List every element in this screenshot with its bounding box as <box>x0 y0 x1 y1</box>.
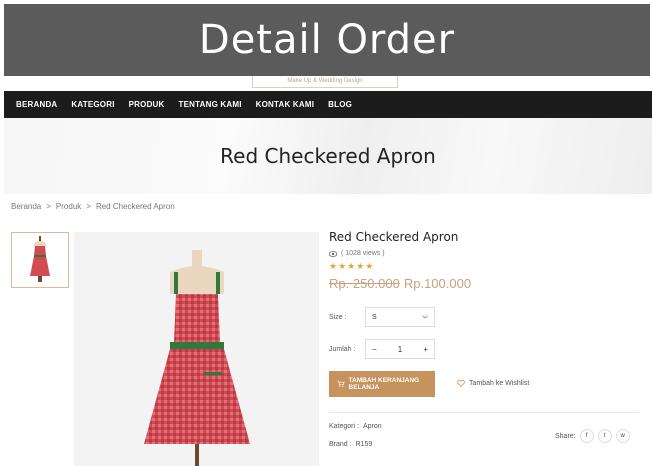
banner-title: Detail Order <box>198 17 456 63</box>
product-title: Red Checkered Apron <box>329 230 459 244</box>
qty-value[interactable]: 1 <box>398 345 402 354</box>
apron-thumbnail-image <box>30 236 50 282</box>
whatsapp-icon[interactable]: w <box>615 429 630 443</box>
product-thumbnail[interactable] <box>11 232 69 288</box>
size-row: Size : S <box>329 307 435 327</box>
main-navbar: BERANDA KATEGORI PRODUK TENTANG KAMI KON… <box>4 91 652 118</box>
nav-item-beranda[interactable]: BERANDA <box>16 100 57 109</box>
logo-tagline: Make Up & Wedding Design <box>252 76 398 88</box>
nav-item-kontak-kami[interactable]: KONTAK KAMI <box>256 100 315 109</box>
nav-item-produk[interactable]: PRODUK <box>129 100 165 109</box>
cart-icon <box>337 380 345 387</box>
category-link[interactable]: Apron <box>363 423 382 430</box>
brand-value: R159 <box>355 441 373 448</box>
facebook-icon[interactable]: f <box>579 429 594 443</box>
breadcrumb: Beranda > Produk > Red Checkered Apron <box>11 202 175 211</box>
page-banner: Detail Order <box>4 4 650 76</box>
breadcrumb-beranda[interactable]: Beranda <box>11 202 41 211</box>
price-block: Rp. 250.000 Rp.100.000 <box>329 276 639 291</box>
size-label: Size : <box>329 313 347 321</box>
quantity-stepper[interactable]: − 1 + <box>365 339 435 359</box>
eye-icon <box>329 250 337 257</box>
qty-minus-button[interactable]: − <box>372 345 377 354</box>
page-title: Red Checkered Apron <box>220 144 436 168</box>
size-value: S <box>372 313 377 321</box>
share-block: Share: f t w <box>555 429 630 443</box>
hero-banner: Red Checkered Apron <box>4 118 652 194</box>
share-label: Share: <box>555 432 576 440</box>
current-price: Rp.100.000 <box>403 276 472 291</box>
product-main-image[interactable] <box>74 232 319 466</box>
breadcrumb-current: Red Checkered Apron <box>95 202 175 211</box>
brand-row: Brand : R159 <box>329 441 372 448</box>
add-to-cart-button[interactable]: TAMBAH KERANJANG BELANJA <box>329 371 435 397</box>
qty-plus-button[interactable]: + <box>423 345 428 354</box>
breadcrumb-separator: > <box>46 202 51 211</box>
heart-icon <box>457 380 465 387</box>
category-label: Kategori : <box>329 423 359 430</box>
size-select[interactable]: S <box>365 307 435 327</box>
nav-item-blog[interactable]: BLOG <box>328 100 352 109</box>
breadcrumb-separator: > <box>86 202 91 211</box>
add-to-cart-label: TAMBAH KERANJANG BELANJA <box>348 377 420 391</box>
brand-label: Brand : <box>329 441 352 448</box>
product-views: ( 1028 views ) <box>329 250 639 257</box>
twitter-icon[interactable]: t <box>597 429 612 443</box>
qty-label: Jumlah : <box>329 345 356 353</box>
page: Detail Order Make Up & Wedding Design BE… <box>0 0 652 466</box>
category-row: Kategori : Apron <box>329 423 382 430</box>
wishlist-label: Tambah ke Wishlist <box>469 380 530 387</box>
breadcrumb-produk[interactable]: Produk <box>56 202 81 211</box>
wishlist-link[interactable]: Tambah ke Wishlist <box>457 380 529 387</box>
product-info: Red Checkered Apron ( 1028 views ) ★★★★★… <box>329 230 639 448</box>
old-price: Rp. 250.000 <box>329 276 400 291</box>
nav-item-tentang-kami[interactable]: TENTANG KAMI <box>179 100 242 109</box>
nav-item-kategori[interactable]: KATEGORI <box>71 100 114 109</box>
apron-main-image <box>144 250 250 466</box>
rating-stars: ★★★★★ <box>329 261 375 271</box>
qty-row: Jumlah : − 1 + <box>329 339 435 359</box>
views-count: ( 1028 views ) <box>341 250 385 257</box>
chevron-down-icon <box>422 315 428 319</box>
divider <box>329 412 639 413</box>
